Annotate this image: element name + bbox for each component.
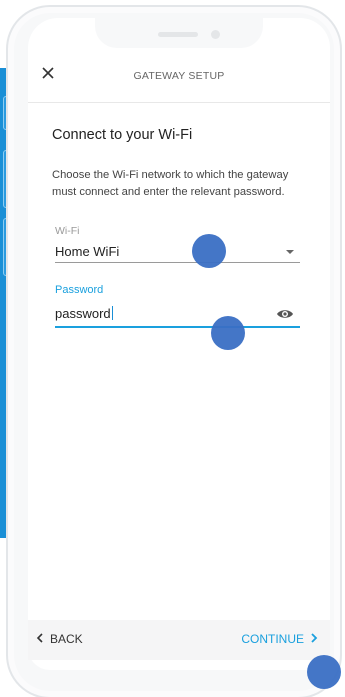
phone-camera [211,30,220,39]
phone-screen [28,18,330,670]
password-input[interactable]: password [55,300,300,328]
touch-indicator [211,316,245,350]
section-title: Connect to your Wi-Fi [52,127,193,143]
page-title: GATEWAY SETUP [133,70,225,82]
app-header: GATEWAY SETUP [28,48,330,103]
touch-indicator [307,655,341,689]
wifi-selected-value: Home WiFi [55,244,120,259]
continue-button[interactable]: CONTINUE [241,632,318,646]
password-text: password [55,306,111,321]
wifi-field-label: Wi-Fi [55,225,80,237]
section-description: Choose the Wi-Fi network to which the ga… [52,169,289,198]
touch-indicator [192,234,226,268]
back-button-label: BACK [50,632,83,646]
wifi-select[interactable]: Home WiFi [55,240,300,263]
back-button[interactable]: BACK [36,632,83,646]
chevron-right-icon [310,632,318,646]
stage: GATEWAY SETUP Connect to your Wi-Fi Choo… [0,0,345,697]
dropdown-arrow-icon [286,250,294,254]
password-input-value: password [55,306,113,321]
password-field-label: Password [55,284,104,296]
eye-icon[interactable] [276,307,294,319]
phone-speaker [158,32,198,37]
chevron-left-icon [36,632,44,646]
footer-bar: BACK CONTINUE [28,620,330,660]
text-caret [111,306,113,320]
continue-button-label: CONTINUE [241,632,304,646]
